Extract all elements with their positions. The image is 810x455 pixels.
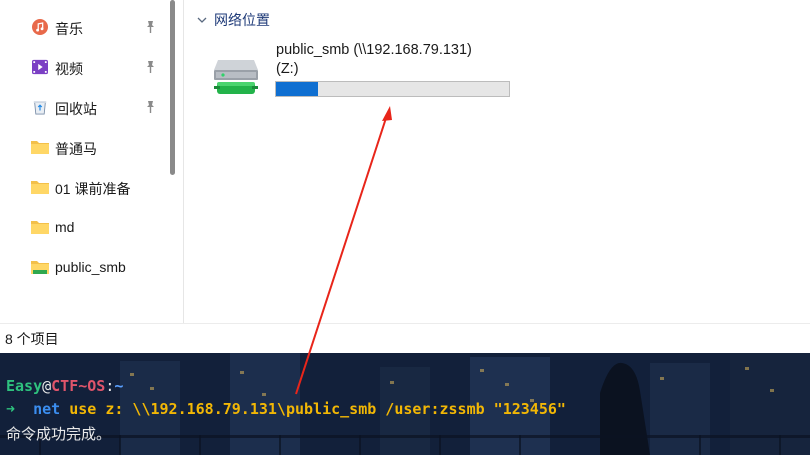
sidebar-item-label: 回收站	[55, 101, 97, 117]
drive-name-line1: public_smb (\\192.168.79.131)	[276, 42, 472, 58]
chevron-down-icon	[197, 17, 207, 23]
sidebar-item-folder-md[interactable]: md	[0, 210, 164, 244]
prompt-host: CTF~OS	[51, 377, 106, 395]
drive-usage-bar	[275, 81, 510, 97]
folder-icon	[31, 181, 49, 194]
drive-usage-fill	[276, 82, 318, 96]
sidebar-item-label: 01 课前准备	[55, 181, 131, 197]
sidebar-item-label: 普通马	[55, 141, 97, 157]
sidebar-item-label: 视频	[55, 61, 83, 77]
sidebar-item-video[interactable]: 视频	[0, 50, 164, 84]
music-icon	[32, 19, 48, 35]
prompt-at: @	[42, 377, 52, 395]
terminal-prompt: Easy@CTF~OS:~	[6, 377, 123, 395]
navigation-pane: 音乐 视频 回收站 普通马 01 课前准备 md public_smb	[0, 0, 164, 323]
command-name: net	[33, 400, 61, 418]
network-locations-group-header[interactable]: 网络位置	[196, 10, 270, 30]
network-folder-icon	[31, 261, 49, 274]
folder-icon	[31, 221, 49, 234]
prompt-path: ~	[114, 377, 124, 395]
sidebar-item-music[interactable]: 音乐	[0, 10, 164, 44]
folder-icon	[31, 141, 49, 154]
terminal-output: 命令成功完成。	[6, 425, 112, 443]
pin-icon[interactable]	[143, 60, 157, 74]
sidebar-item-label: 音乐	[55, 21, 83, 37]
video-icon	[32, 59, 48, 75]
sidebar-scrollbar[interactable]	[170, 0, 175, 175]
prompt-arrow-icon: ➜	[6, 400, 16, 418]
item-count: 8 个项目	[5, 331, 59, 347]
sidebar-item-recycle-bin[interactable]: 回收站	[0, 90, 164, 124]
file-explorer: 音乐 视频 回收站 普通马 01 课前准备 md public_smb 网络位置…	[0, 0, 810, 353]
sidebar-item-label: md	[55, 219, 75, 235]
pin-icon[interactable]	[143, 20, 157, 34]
status-divider	[0, 323, 810, 324]
prompt-user: Easy	[6, 377, 43, 395]
group-title: 网络位置	[214, 12, 270, 28]
network-drive-z[interactable]: public_smb (\\192.168.79.131) (Z:)	[208, 38, 528, 104]
sidebar-item-public-smb[interactable]: public_smb	[0, 250, 164, 284]
network-drive-icon	[214, 60, 258, 94]
recycle-bin-icon	[33, 101, 47, 115]
sidebar-item-folder-putongma[interactable]: 普通马	[0, 130, 164, 164]
sidebar-item-folder-01[interactable]: 01 课前准备	[0, 170, 164, 204]
command-args: use z: \\192.168.79.131\public_smb /user…	[60, 400, 566, 418]
terminal-window[interactable]: Easy@CTF~OS:~ ➜ net use z: \\192.168.79.…	[0, 353, 810, 455]
sidebar-item-label: public_smb	[55, 259, 126, 275]
drive-name: public_smb (\\192.168.79.131) (Z:)	[276, 41, 472, 79]
terminal-command-line[interactable]: ➜ net use z: \\192.168.79.131\public_smb…	[6, 400, 566, 418]
drive-name-line2: (Z:)	[276, 61, 299, 77]
pane-divider[interactable]	[183, 0, 184, 323]
pin-icon[interactable]	[143, 100, 157, 114]
